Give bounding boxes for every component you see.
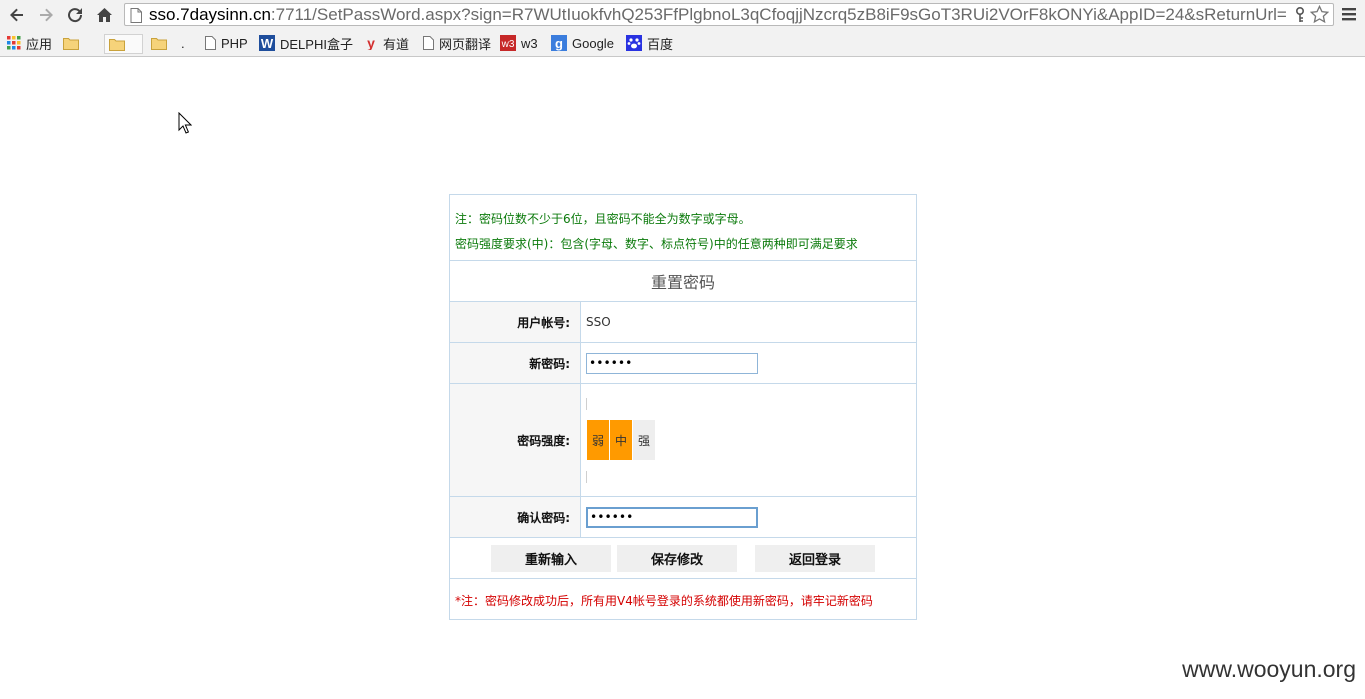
bookmark-label: 应用 <box>26 36 53 52</box>
youdao-icon: y <box>364 36 378 50</box>
requirements-note: 注：密码位数不少于6位，且密码不能全为数字或字母。 密码强度要求(中)：包含(字… <box>450 195 916 261</box>
bookmark-translate[interactable]: 网页翻译 <box>423 33 491 53</box>
delphi-w-icon: W <box>259 35 275 51</box>
password-strength-row: 密码强度: 弱 中 强 <box>450 384 916 497</box>
strength-weak: 弱 <box>587 420 609 460</box>
strength-strong: 强 <box>633 420 655 460</box>
home-icon[interactable] <box>93 4 115 26</box>
w3-icon: w3 <box>500 35 516 51</box>
apps-grid-icon <box>7 36 21 50</box>
account-value: SSO <box>586 315 611 329</box>
bookmark-label: . <box>181 35 185 51</box>
back-arrow-icon[interactable] <box>6 4 28 26</box>
bookmark-w3[interactable]: w3 w3 <box>500 33 538 53</box>
form-title: 重置密码 <box>450 261 916 302</box>
bookmark-php[interactable]: PHP <box>205 33 248 53</box>
key-icon[interactable] <box>1295 6 1305 27</box>
mouse-cursor-icon <box>178 111 193 138</box>
bookmark-label: 有道 <box>383 36 410 52</box>
browser-toolbar: sso.7daysinn.cn:7711/SetPassWord.aspx?si… <box>0 0 1365 30</box>
google-icon: g <box>551 35 567 51</box>
bookmark-label: PHP <box>221 35 248 51</box>
folder-icon <box>63 37 79 50</box>
note-line-1: 注：密码位数不少于6位，且密码不能全为数字或字母。 <box>455 212 751 226</box>
new-password-cell <box>581 343 916 383</box>
bookmarks-bar: 应用 . PHP W DELPHI盒子 y 有道 网页翻译 w3 w3 g Go… <box>0 30 1365 57</box>
reload-icon[interactable] <box>64 4 86 26</box>
back-to-login-button[interactable]: 返回登录 <box>755 545 875 572</box>
strength-bottom-tick <box>586 471 587 483</box>
action-buttons: 重新输入 保存修改 返回登录 <box>450 538 916 579</box>
url-host: sso.7daysinn.cn <box>149 5 271 24</box>
strength-medium: 中 <box>610 420 632 460</box>
note-line-2: 密码强度要求(中)：包含(字母、数字、标点符号)中的任意两种即可满足要求 <box>455 237 858 251</box>
password-strength-label: 密码强度: <box>450 384 581 496</box>
svg-text:w3: w3 <box>501 39 515 50</box>
page-icon <box>423 36 434 50</box>
page-icon <box>205 36 216 50</box>
footnote: *注：密码修改成功后，所有用V4帐号登录的系统都使用新密码，请牢记新密码 <box>455 594 873 608</box>
account-row: 用户帐号: SSO <box>450 302 916 343</box>
page-icon <box>130 8 142 27</box>
bookmark-baidu[interactable]: 百度 <box>626 33 673 53</box>
confirm-password-label: 确认密码: <box>450 497 581 537</box>
url-path: :7711/SetPassWord.aspx?sign=R7WUtIuokfvh… <box>270 5 1287 24</box>
bookmark-star-icon[interactable] <box>1309 4 1330 28</box>
bookmark-label: 网页翻译 <box>439 36 492 52</box>
bookmark-youdao[interactable]: y 有道 <box>364 33 409 53</box>
new-password-input[interactable] <box>586 352 758 374</box>
bookmark-folder[interactable] <box>104 34 143 54</box>
confirm-password-cell <box>581 497 916 537</box>
new-password-row: 新密码: <box>450 343 916 384</box>
watermark: www.wooyun.org <box>1182 656 1356 682</box>
address-bar[interactable]: sso.7daysinn.cn:7711/SetPassWord.aspx?si… <box>124 3 1334 26</box>
folder-icon <box>151 37 167 50</box>
password-strength-meter: 弱 中 强 <box>587 420 656 460</box>
bookmark-label: DELPHI盒子 <box>280 36 353 52</box>
menu-icon[interactable] <box>1340 5 1360 25</box>
confirm-password-input[interactable] <box>586 506 758 528</box>
strength-top-tick <box>586 398 587 410</box>
reset-password-panel: 注：密码位数不少于6位，且密码不能全为数字或字母。 密码强度要求(中)：包含(字… <box>449 194 917 620</box>
svg-text:W: W <box>261 36 274 51</box>
bookmark-label: w3 <box>521 35 538 51</box>
bookmark-folder[interactable]: . <box>151 33 185 53</box>
url-text: sso.7daysinn.cn:7711/SetPassWord.aspx?si… <box>149 5 1287 25</box>
confirm-password-row: 确认密码: <box>450 497 916 538</box>
bookmark-label: 百度 <box>647 36 674 52</box>
svg-text:y: y <box>367 36 375 50</box>
forward-arrow-icon[interactable] <box>35 4 57 26</box>
bookmark-folder[interactable] <box>63 33 84 53</box>
svg-text:g: g <box>555 36 563 51</box>
reset-button[interactable]: 重新输入 <box>491 545 611 572</box>
baidu-paw-icon <box>626 35 642 51</box>
account-label: 用户帐号: <box>450 302 581 342</box>
bookmark-delphi[interactable]: W DELPHI盒子 <box>259 33 353 53</box>
folder-icon <box>109 38 125 51</box>
save-button[interactable]: 保存修改 <box>617 545 737 572</box>
bookmark-google[interactable]: g Google <box>551 33 614 53</box>
new-password-label: 新密码: <box>450 343 581 383</box>
bookmark-apps[interactable]: 应用 <box>7 33 52 53</box>
bookmark-label: Google <box>572 35 614 51</box>
